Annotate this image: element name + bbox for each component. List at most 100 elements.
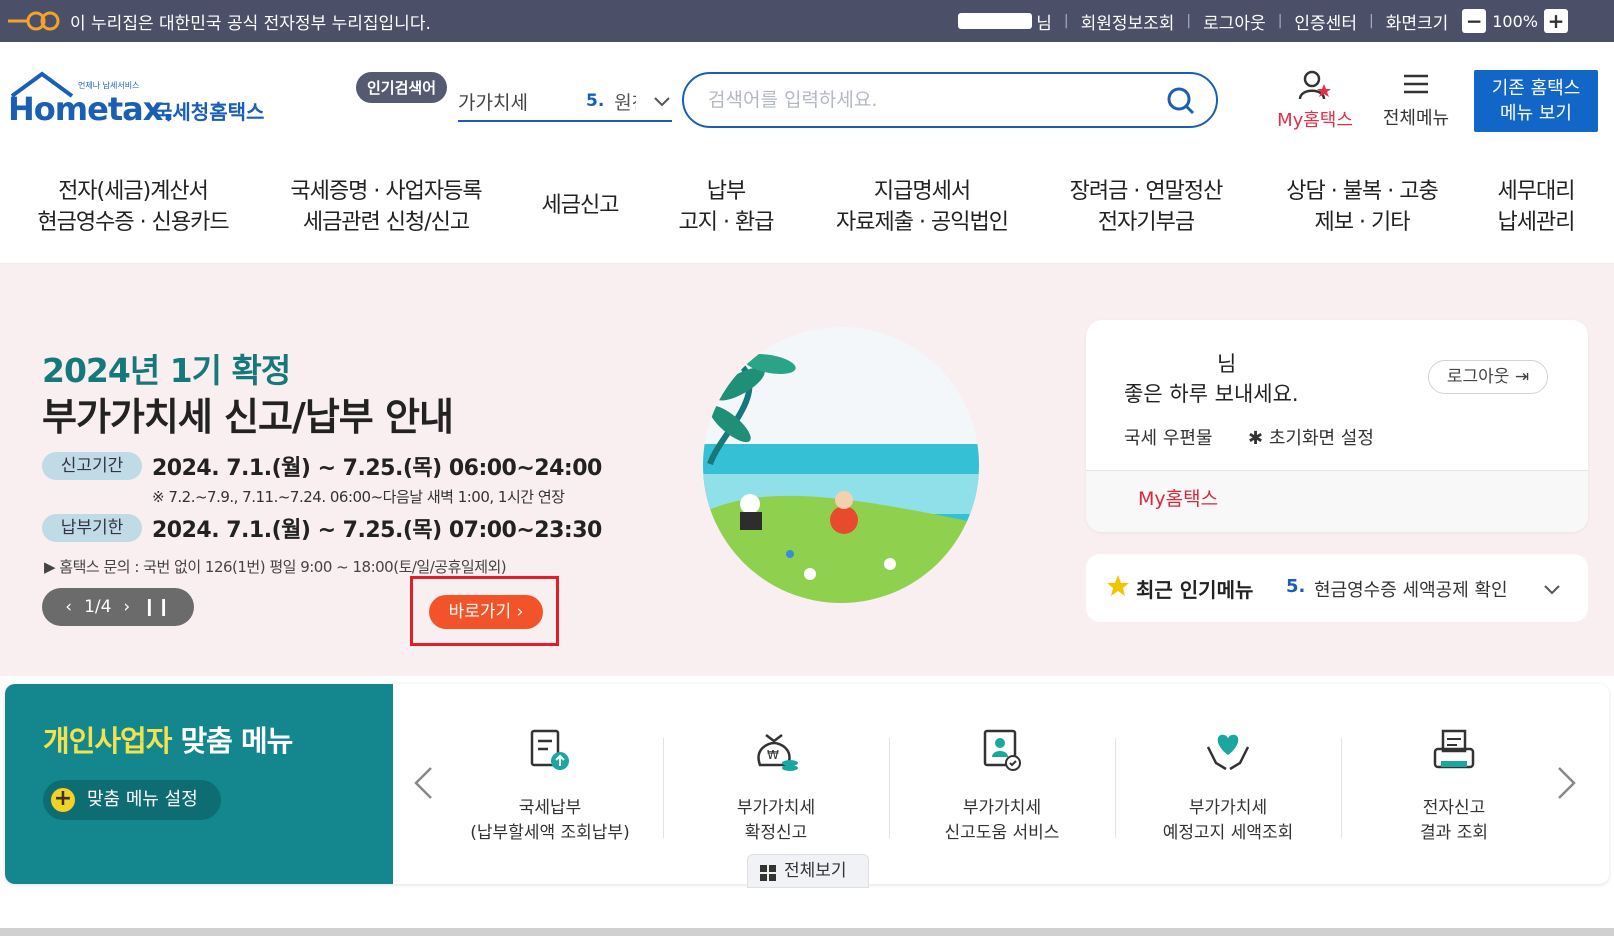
greeting-text: 좋은 하루 보내세요. xyxy=(1124,382,1299,406)
custom-menu-title: 개인사업자 맞춤 메뉴 xyxy=(43,718,293,760)
hero-title: 부가가치세 신고/납부 안내 xyxy=(42,395,454,439)
divider: | xyxy=(1063,13,1069,29)
old-hometax-menu-button[interactable]: 기존 홈택스 메뉴 보기 xyxy=(1474,70,1598,132)
my-hometax-button[interactable]: My홈택스 xyxy=(1270,70,1360,132)
popular-keyword[interactable]: 가가치세 xyxy=(458,88,578,115)
hamburger-menu-icon xyxy=(1402,74,1430,102)
nav-label: 납세관리 xyxy=(1497,210,1576,235)
custom-menu-setting-button[interactable]: + 맞춤 메뉴 설정 xyxy=(43,780,221,820)
service-label: 확정신고 xyxy=(744,823,808,843)
filing-period-tag: 신고기간 xyxy=(42,452,142,480)
service-vat-help[interactable]: 부가가치세 신고도움 서비스 xyxy=(889,720,1115,846)
prev-slide-icon[interactable]: ‹ xyxy=(65,597,72,617)
search-icon[interactable] xyxy=(1166,86,1196,120)
filing-period-text: 2024. 7.1.(월) ~ 7.25.(목) 06:00~24:00 xyxy=(152,456,602,481)
zoom-value: 100% xyxy=(1492,11,1538,31)
plus-icon: + xyxy=(51,788,75,812)
all-menu-button[interactable]: 전체메뉴 xyxy=(1374,70,1458,130)
carousel-prev-icon[interactable] xyxy=(413,766,433,804)
nav-label: 제보 · 기타 xyxy=(1314,210,1411,235)
nav-label: 국세증명 · 사업자등록 xyxy=(290,179,482,204)
nav-label: 세금신고 xyxy=(541,193,620,218)
user-suffix: 님 xyxy=(1036,13,1052,34)
egov-logo-icon xyxy=(6,9,60,33)
logout-icon: ⇥ xyxy=(1514,367,1530,387)
nav-label: 상담 · 불복 · 고충 xyxy=(1286,179,1438,204)
nav-label: 고지 · 환급 xyxy=(678,210,775,235)
zoom-out-button[interactable]: − xyxy=(1462,9,1487,33)
nav-label: 지급명세서 xyxy=(873,179,971,204)
service-label: 부가가치세 xyxy=(962,798,1042,818)
tax-payment-icon xyxy=(437,720,663,780)
all-menu-label: 전체메뉴 xyxy=(1382,108,1450,129)
recent-menu-title: 최근 인기메뉴 xyxy=(1136,578,1254,602)
banner-pager: ‹ 1/4 › ❙❙ xyxy=(42,588,194,626)
next-slide-icon[interactable]: › xyxy=(123,597,130,617)
nav-incentive-yearend[interactable]: 장려금 · 연말정산 전자기부금 xyxy=(1058,176,1234,238)
nav-tax-certificate[interactable]: 국세증명 · 사업자등록 세금관련 신청/신고 xyxy=(280,176,492,238)
tax-mail-link[interactable]: 국세 우편물 xyxy=(1124,424,1213,450)
zoom-in-button[interactable]: + xyxy=(1544,9,1568,33)
star-icon xyxy=(1106,574,1130,602)
initial-screen-setting-link[interactable]: ✱ 초기화면 설정 xyxy=(1248,424,1374,450)
nav-label: 장려금 · 연말정산 xyxy=(1069,179,1224,204)
nav-label: 현금영수증 · 신용카드 xyxy=(37,210,229,235)
service-label: 부가가치세 xyxy=(1188,798,1268,818)
login-info-card: 님 좋은 하루 보내세요. 로그아웃 ⇥ 국세 우편물 ✱ 초기화면 설정 My… xyxy=(1086,320,1588,532)
nav-consultation[interactable]: 상담 · 불복 · 고충 제보 · 기타 xyxy=(1272,176,1452,238)
recent-popular-menu[interactable]: 최근 인기메뉴 5. 현금영수증 세액공제 확인 xyxy=(1086,554,1588,622)
hero-subtitle: 2024년 1기 확정 xyxy=(42,351,291,390)
service-label: 전자신고 xyxy=(1422,798,1486,818)
service-label: 예정고지 세액조회 xyxy=(1162,823,1294,843)
pause-icon[interactable]: ❙❙ xyxy=(142,597,171,617)
nav-tax-agent[interactable]: 세무대리 납세관리 xyxy=(1484,176,1588,238)
user-name-suffix: 님 xyxy=(1217,352,1237,376)
nav-label: 납부 xyxy=(706,179,746,204)
chevron-down-icon[interactable] xyxy=(1544,580,1560,599)
popular-search-ticker[interactable]: 가가치세 5. 원천 xyxy=(458,82,672,122)
money-bag-icon: ₩ xyxy=(663,720,889,780)
nav-label: 세금관련 신청/신고 xyxy=(302,210,470,235)
grid-icon xyxy=(760,865,776,881)
search-input[interactable] xyxy=(708,89,1148,111)
cert-center-link[interactable]: 인증센터 xyxy=(1294,9,1357,34)
logo-korean-text: 국세청홈택스 xyxy=(154,100,265,124)
payment-deadline-tag: 납부기한 xyxy=(42,514,142,542)
nav-tax-filing[interactable]: 세금신고 xyxy=(530,190,630,221)
main-nav: 전자(세금)계산서 현금영수증 · 신용카드 국세증명 · 사업자등록 세금관련… xyxy=(0,162,1614,264)
nav-payment-statement[interactable]: 지급명세서 자료제출 · 공익법인 xyxy=(826,176,1018,238)
divider: | xyxy=(1368,13,1374,29)
slide-counter: 1/4 xyxy=(84,597,112,617)
printer-result-icon xyxy=(1341,720,1567,780)
gear-icon: ✱ xyxy=(1248,428,1264,449)
service-label: (납부할세액 조회납부) xyxy=(470,823,630,843)
page-bottom-scrollbar[interactable] xyxy=(0,928,1614,936)
popular-keyword-next[interactable]: 원천 xyxy=(614,88,636,115)
my-hometax-link[interactable]: My홈택스 xyxy=(1138,484,1218,511)
heart-hands-icon xyxy=(1115,720,1341,780)
carousel-next-icon[interactable] xyxy=(1557,766,1577,804)
setting-label: 맞춤 메뉴 설정 xyxy=(87,789,198,810)
goto-button[interactable]: 바로가기 › xyxy=(429,595,543,629)
svg-text:₩: ₩ xyxy=(767,748,779,762)
card-logout-button[interactable]: 로그아웃 ⇥ xyxy=(1428,360,1548,394)
custom-menu-section: 개인사업자 맞춤 메뉴 + 맞춤 메뉴 설정 국세납부 (납부할세액 조회납부) … xyxy=(5,684,1609,888)
view-all-label: 전체보기 xyxy=(784,861,847,881)
service-vat-final-filing[interactable]: ₩ 부가가치세 확정신고 xyxy=(663,720,889,846)
member-info-link[interactable]: 회원정보조회 xyxy=(1081,9,1175,34)
logout-link[interactable]: 로그아웃 xyxy=(1203,9,1266,34)
chevron-down-icon[interactable] xyxy=(654,90,671,112)
divider: | xyxy=(1277,13,1283,29)
service-vat-preliminary[interactable]: 부가가치세예정고지 세액조회 xyxy=(1115,720,1341,846)
view-all-tab[interactable]: 전체보기 xyxy=(747,854,869,888)
hometax-logo[interactable]: 언제나 납세서비스 Hometax. 국세청홈택스 xyxy=(8,70,278,134)
nav-e-invoice[interactable]: 전자(세금)계산서 현금영수증 · 신용카드 xyxy=(26,176,240,238)
nav-payment[interactable]: 납부 고지 · 환급 xyxy=(664,176,788,238)
recent-menu-item[interactable]: 현금영수증 세액공제 확인 xyxy=(1314,576,1532,602)
help-document-icon xyxy=(889,720,1115,780)
service-e-filing-result[interactable]: 전자신고 결과 조회 xyxy=(1341,720,1567,846)
site-header: 언제나 납세서비스 Hometax. 국세청홈택스 인기검색어 가가치세 5. … xyxy=(0,42,1614,162)
service-tax-payment[interactable]: 국세납부 (납부할세액 조회납부) xyxy=(437,720,663,846)
old-menu-line1: 기존 홈택스 xyxy=(1491,78,1581,99)
goto-label: 바로가기 xyxy=(448,602,512,622)
